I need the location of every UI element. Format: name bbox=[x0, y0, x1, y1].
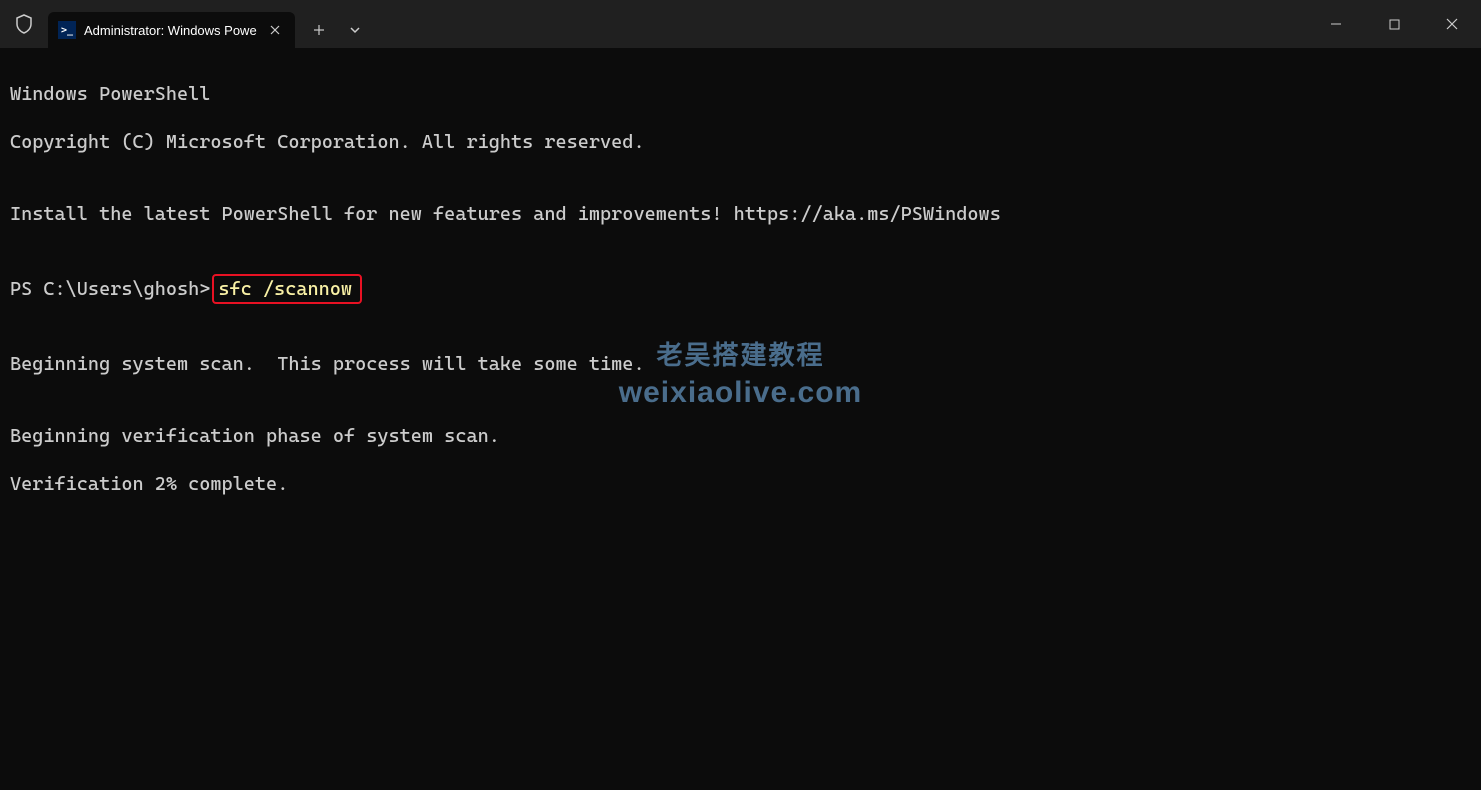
new-tab-button[interactable] bbox=[301, 12, 337, 48]
terminal-prompt-line: PS C:\Users\ghosh>sfc /scannow bbox=[10, 274, 1471, 304]
maximize-button[interactable] bbox=[1365, 0, 1423, 48]
tab-title: Administrator: Windows Powe bbox=[84, 23, 257, 38]
terminal-prompt: PS C:\Users\ghosh> bbox=[10, 277, 210, 301]
tab-dropdown-button[interactable] bbox=[337, 12, 373, 48]
tab-active[interactable]: >_ Administrator: Windows Powe bbox=[48, 12, 295, 48]
tab-close-button[interactable] bbox=[265, 20, 285, 40]
terminal-line: Beginning verification phase of system s… bbox=[10, 424, 1471, 448]
window-controls bbox=[1307, 0, 1481, 48]
terminal-line: Windows PowerShell bbox=[10, 82, 1471, 106]
terminal-line: Install the latest PowerShell for new fe… bbox=[10, 202, 1471, 226]
close-button[interactable] bbox=[1423, 0, 1481, 48]
titlebar: >_ Administrator: Windows Powe bbox=[0, 0, 1481, 48]
minimize-button[interactable] bbox=[1307, 0, 1365, 48]
terminal-line: Beginning system scan. This process will… bbox=[10, 352, 1471, 376]
highlighted-command: sfc /scannow bbox=[212, 274, 362, 304]
terminal-content[interactable]: Windows PowerShell Copyright (C) Microso… bbox=[0, 48, 1481, 530]
terminal-line: Copyright (C) Microsoft Corporation. All… bbox=[10, 130, 1471, 154]
terminal-line: Verification 2% complete. bbox=[10, 472, 1471, 496]
powershell-icon: >_ bbox=[58, 21, 76, 39]
app-shield-icon bbox=[0, 0, 48, 48]
